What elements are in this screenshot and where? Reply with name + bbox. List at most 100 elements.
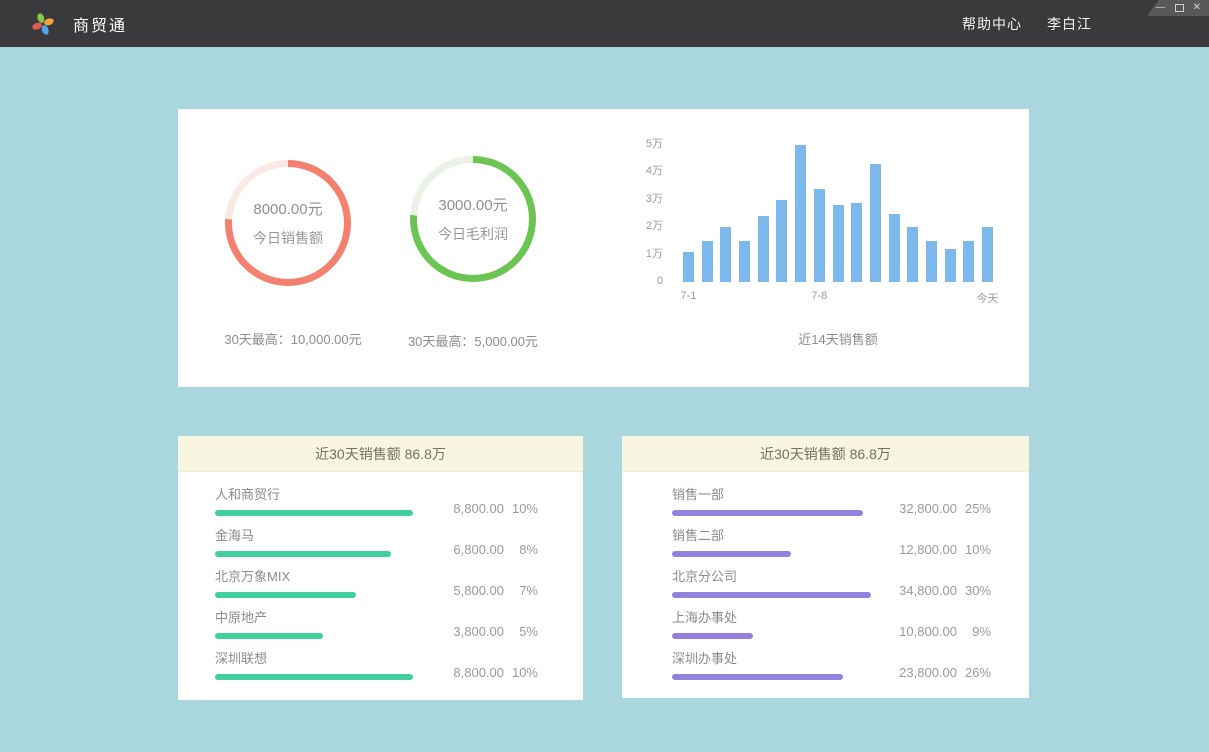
percent: 8% (504, 542, 538, 557)
today-sales-donut-center: 8000.00元 今日销售额 (232, 167, 344, 279)
percent: 25% (957, 501, 991, 516)
bar (851, 203, 862, 282)
bar (833, 205, 844, 282)
x-tick-label: 7-8 (811, 290, 827, 302)
maximize-icon[interactable] (1175, 4, 1184, 12)
today-profit-value: 3000.00元 (438, 194, 507, 215)
help-center-link[interactable]: 帮助中心 (962, 14, 1022, 34)
list-item: 人和商贸行 8,800.0010% (215, 487, 538, 516)
org-name: 中原地产 (215, 610, 424, 626)
progress-bar (672, 674, 843, 680)
bar (907, 227, 918, 282)
percent: 5% (504, 624, 538, 639)
today-sales-donut: 8000.00元 今日销售额 (225, 160, 351, 286)
summary-card: 8000.00元 今日销售额 30天最高：10,000.00元 3000.00元… (178, 109, 1029, 387)
amount: 12,800.00 (887, 542, 957, 557)
bar (683, 252, 694, 282)
bar (702, 241, 713, 282)
close-icon[interactable]: ✕ (1193, 3, 1201, 13)
bar (945, 249, 956, 282)
bar-plot (683, 145, 993, 282)
progress-bar (215, 592, 356, 598)
org-name: 销售一部 (672, 487, 877, 503)
today-profit-max: 30天最高：5,000.00元 (358, 331, 588, 350)
amount: 34,800.00 (887, 583, 957, 598)
bar (963, 241, 974, 282)
amount: 6,800.00 (434, 542, 504, 557)
progress-bar (215, 551, 391, 557)
minimize-icon[interactable]: — (1156, 3, 1166, 13)
customer-ranking-header: 近30天销售额 86.8万 (178, 436, 583, 472)
today-sales-value: 8000.00元 (253, 198, 322, 219)
org-name: 销售二部 (672, 528, 877, 544)
app-title: 商贸通 (73, 12, 127, 36)
amount: 5,800.00 (434, 583, 504, 598)
bar (776, 200, 787, 282)
bar (720, 227, 731, 282)
ranking-body: 人和商贸行8,800.0010%金海马6,800.008%北京万象MIX5,80… (178, 472, 583, 680)
bar (814, 189, 825, 282)
bar (982, 227, 993, 282)
amount: 8,800.00 (434, 501, 504, 516)
progress-bar (215, 510, 413, 516)
amount: 8,800.00 (434, 665, 504, 680)
user-name[interactable]: 李白江 (1047, 14, 1092, 34)
list-item: 深圳办事处23,800.0026% (672, 651, 991, 680)
y-tick-label: 2万 (628, 220, 663, 233)
progress-bar (672, 592, 871, 598)
org-name: 人和商贸行 (215, 487, 424, 503)
percent: 26% (957, 665, 991, 680)
department-ranking-header: 近30天销售额 86.8万 (622, 436, 1029, 472)
today-sales-label: 今日销售额 (253, 228, 323, 248)
bar (758, 216, 769, 282)
percent: 10% (957, 542, 991, 557)
x-tick-label: 今天 (977, 290, 999, 306)
list-item: 销售一部 32,800.0025% (672, 487, 991, 516)
brand: 商贸通 (0, 11, 127, 37)
bar (926, 241, 937, 282)
list-item: 中原地产 3,800.005% (215, 610, 538, 639)
amount: 32,800.00 (887, 501, 957, 516)
y-tick-label: 5万 (628, 138, 663, 151)
org-name: 深圳办事处 (672, 651, 877, 667)
progress-bar (215, 674, 413, 680)
bar (739, 241, 750, 282)
list-item: 北京分公司 34,800.0030% (672, 569, 991, 598)
bar (795, 145, 806, 282)
progress-bar (672, 510, 863, 516)
org-name: 深圳联想 (215, 651, 424, 667)
org-name: 金海马 (215, 528, 424, 544)
amount: 10,800.00 (887, 624, 957, 639)
list-item: 北京万象MIX 5,800.007% (215, 569, 538, 598)
bar (870, 164, 881, 282)
department-ranking-card: 近30天销售额 86.8万 销售一部 32,800.0025% 销售二部 12,800… (622, 436, 1029, 698)
y-tick-label: 3万 (628, 193, 663, 206)
progress-bar (215, 633, 323, 639)
org-name: 北京万象MIX (215, 569, 424, 585)
list-item: 上海办事处 10,800.009% (672, 610, 991, 639)
amount: 3,800.00 (434, 624, 504, 639)
x-tick-label: 7-1 (681, 290, 697, 302)
y-tick-label: 0 (628, 275, 663, 288)
percent: 30% (957, 583, 991, 598)
percent: 10% (504, 665, 538, 680)
bar (889, 214, 900, 283)
list-item: 销售二部 12,800.0010% (672, 528, 991, 557)
org-name: 北京分公司 (672, 569, 877, 585)
today-profit-donut: 3000.00元 今日毛利润 (410, 156, 536, 282)
pinwheel-logo-icon (30, 11, 56, 37)
topbar-menu: 帮助中心 李白江 (962, 14, 1209, 34)
progress-bar (672, 551, 791, 557)
percent: 7% (504, 583, 538, 598)
window-controls: — ✕ (1147, 0, 1209, 16)
percent: 10% (504, 501, 538, 516)
percent: 9% (957, 624, 991, 639)
org-name: 上海办事处 (672, 610, 877, 626)
today-profit-donut-center: 3000.00元 今日毛利润 (417, 163, 529, 275)
list-item: 深圳联想 8,800.0010% (215, 651, 538, 680)
chart-title: 近14天销售额 (683, 329, 993, 348)
y-tick-label: 1万 (628, 248, 663, 261)
today-profit-label: 今日毛利润 (438, 224, 508, 244)
topbar: 商贸通 帮助中心 李白江 — ✕ (0, 0, 1209, 47)
y-tick-label: 4万 (628, 165, 663, 178)
